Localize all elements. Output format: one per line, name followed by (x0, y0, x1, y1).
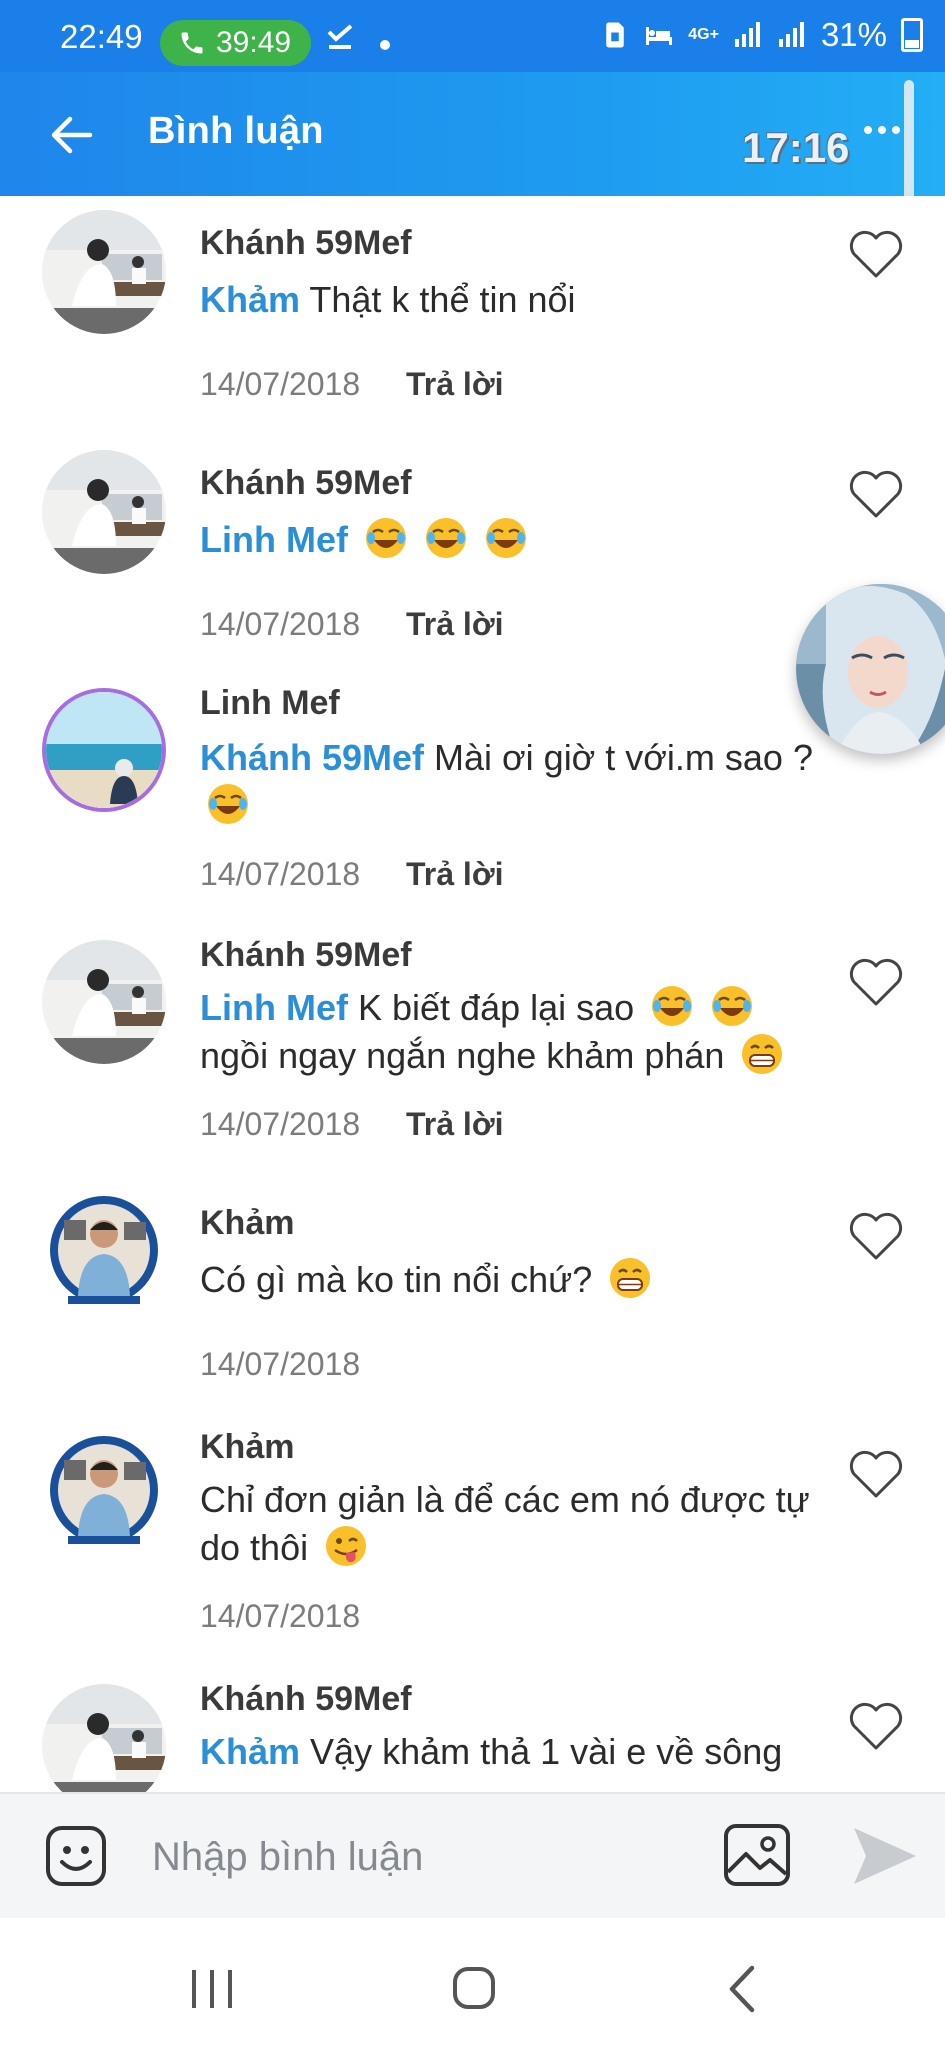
wink-tongue-emoji-icon (326, 1526, 367, 1566)
sim-icon (606, 22, 624, 48)
image-icon[interactable] (722, 1822, 792, 1888)
heart-icon[interactable] (848, 1700, 904, 1752)
comment-composer (0, 1792, 945, 1920)
call-pill[interactable]: 39:49 (160, 20, 312, 66)
mention-link[interactable]: Linh Mef (200, 987, 348, 1028)
reply-button[interactable]: Trả lời (406, 606, 503, 643)
laugh-emoji-icon (426, 518, 467, 558)
download-check-icon (327, 24, 353, 49)
more-dots-icon[interactable] (862, 124, 902, 136)
reply-button[interactable]: Trả lời (406, 366, 503, 403)
laugh-emoji-icon (366, 518, 406, 558)
nav-back-icon[interactable] (724, 1964, 758, 2014)
reply-button[interactable]: Trả lời (406, 1106, 503, 1143)
laugh-emoji-icon (712, 986, 753, 1026)
comment-text: Chỉ đơn giản là để các em nó được tự do … (200, 1479, 810, 1568)
battery-icon (901, 18, 923, 52)
laugh-emoji-icon (208, 784, 248, 824)
avatar[interactable] (42, 940, 166, 1064)
avatar[interactable] (42, 1684, 166, 1792)
grin-emoji-icon (610, 1258, 651, 1298)
laugh-emoji-icon (652, 986, 693, 1026)
reply-button[interactable]: Trả lời (406, 856, 503, 893)
heart-icon[interactable] (848, 468, 904, 520)
comment-author[interactable]: Khánh 59Mef (200, 1680, 412, 1719)
signal-2-icon (778, 22, 804, 47)
heart-icon[interactable] (848, 1448, 904, 1500)
comment-author[interactable]: Khánh 59Mef (200, 464, 412, 503)
comment-date: 14/07/2018 (200, 856, 361, 892)
comment-text: Khảm Thật k thể tin nổi (200, 279, 576, 320)
comment-input[interactable] (150, 1816, 694, 1898)
mention-link[interactable]: Khảm (200, 1731, 300, 1772)
comment-date: 14/07/2018 (200, 1346, 361, 1382)
app-bar: Bình luận 17:16 (0, 72, 945, 210)
comment-list[interactable]: Khánh 59Mef Khảm Thật k thể tin nổi 14/0… (0, 196, 945, 1792)
comment-author[interactable]: Linh Mef (200, 684, 340, 723)
comment-date: 14/07/2018 (200, 606, 361, 642)
notification-dot-icon (380, 40, 390, 50)
avatar[interactable] (42, 688, 166, 812)
mention-link[interactable]: Khánh 59Mef (200, 737, 424, 778)
comment-text: Linh Mef K biết đáp lại sao ngồi ngay ng… (200, 984, 880, 1080)
comment-text: Có gì mà ko tin nổi chứ? (200, 1256, 840, 1304)
send-icon[interactable] (852, 1826, 918, 1886)
status-icons: 4G+ 31% (600, 16, 923, 54)
comment-date: 14/07/2018 (200, 366, 361, 402)
home-icon[interactable] (452, 1966, 496, 2010)
scrollbar[interactable] (904, 80, 914, 210)
comment-author[interactable]: Khảm (200, 1204, 294, 1243)
comment-text: Khảm Vậy khảm thả 1 vài e về sông (200, 1731, 783, 1772)
back-arrow-icon[interactable] (46, 110, 96, 160)
recent-apps-icon[interactable] (188, 1968, 236, 2010)
network-type: 4G+ (688, 26, 719, 43)
comment-text: Khánh 59Mef Mài ơi giờ t với.m sao ? (200, 734, 840, 830)
phone-icon (181, 32, 203, 54)
avatar[interactable] (42, 450, 166, 574)
battery-percent: 31% (820, 16, 887, 53)
comment-author[interactable]: Khánh 59Mef (200, 224, 412, 263)
page-title: Bình luận (148, 110, 324, 152)
mention-link[interactable]: Khảm (200, 279, 300, 320)
grin-emoji-icon (742, 1034, 783, 1074)
comment-author[interactable]: Khảm (200, 1428, 294, 1467)
comment-date: 14/07/2018 (200, 1598, 361, 1634)
heart-icon[interactable] (848, 228, 904, 280)
status-time: 22:49 (60, 18, 143, 55)
comment-date: 14/07/2018 (200, 1106, 361, 1142)
mention-link[interactable]: Linh Mef (200, 519, 348, 560)
laugh-emoji-icon (486, 518, 527, 558)
avatar[interactable] (42, 210, 166, 334)
comment-text: Linh Mef (200, 516, 840, 564)
sticker-icon[interactable] (44, 1824, 108, 1888)
heart-icon[interactable] (848, 956, 904, 1008)
bed-icon (646, 27, 673, 45)
timer-overlay: 17:16 (742, 124, 850, 171)
call-timer: 39:49 (216, 26, 292, 59)
signal-icon (734, 22, 760, 47)
system-nav-bar (0, 1918, 945, 2048)
heart-icon[interactable] (848, 1210, 904, 1262)
avatar[interactable] (42, 1192, 166, 1316)
avatar[interactable] (42, 1432, 166, 1556)
comment-author[interactable]: Khánh 59Mef (200, 936, 412, 975)
status-bar: 22:49 39:49 4G+ 31% (0, 0, 945, 72)
